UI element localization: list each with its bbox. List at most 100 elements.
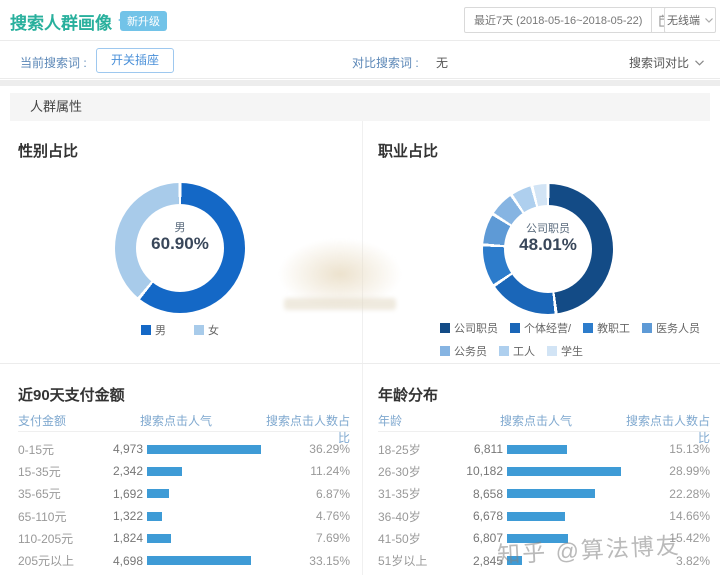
row-label: 35-65元 [18,487,61,502]
row-value: 2,342 [112,464,143,479]
legend-label: 教职工 [597,323,631,335]
row-bar-track [507,511,629,521]
row-value: 4,698 [112,553,143,568]
table-row: 205元以上 4,698 33.15% [18,549,350,571]
occupation-center-label: 公司职员 [526,223,570,235]
legend-item[interactable]: 男 [141,322,166,338]
row-bar [507,444,567,454]
legend-item[interactable]: 工人 [499,343,535,359]
row-pct: 22.28% [669,486,710,501]
row-pct: 15.13% [669,442,710,457]
compare-keyword-value: 无 [436,56,449,70]
legend-label: 工人 [513,346,535,358]
table-row: 35-65元 1,692 6.87% [18,483,350,505]
table-row: 110-205元 1,824 7.69% [18,527,350,549]
table-row: 36-40岁 6,678 14.66% [378,505,710,527]
legend-label: 女 [208,325,219,337]
row-bar [507,466,621,476]
payment-table-title: 近90天支付金额 [18,387,125,404]
section-header-crowd-attributes: 人群属性 [10,93,710,121]
legend-label: 男 [155,325,166,337]
row-label: 18-25岁 [378,442,421,457]
row-bar-track [147,489,269,499]
row-pct: 36.29% [309,442,350,457]
legend-label: 公司职员 [454,323,498,335]
col-header-pct: 搜索点击人数占比 [625,414,710,445]
row-label: 31-35岁 [378,487,421,502]
legend-item[interactable]: 女 [194,322,219,338]
occupation-chart-title: 职业占比 [378,143,439,160]
occupation-donut-chart: 公司职员 48.01% [483,184,613,314]
legend-label: 学生 [561,346,583,358]
gender-center-label: 男 [174,222,186,234]
page: 搜索人群画像 新升级 最近7天 (2018-05-16~2018-05-22) … [0,0,720,580]
payment-table: 支付金额 搜索点击人气 搜索点击人数占比 0-15元 4,973 36.29% 15-… [18,412,350,572]
row-bar [147,466,183,476]
device-dropdown[interactable]: 无线端 [664,7,716,33]
horizontal-divider [0,363,720,364]
row-bar [147,511,162,521]
legend-item[interactable]: 个体经营/ [510,320,571,336]
legend-item[interactable]: 学生 [547,343,583,359]
row-bar-track [147,556,269,566]
keyword-compare-label: 搜索词对比 [628,56,689,70]
row-label: 205元以上 [18,554,75,569]
keyword-compare-dropdown[interactable]: 搜索词对比 [629,54,704,71]
row-bar-track [147,466,269,476]
col-header-popularity: 搜索点击人气 [500,414,573,428]
legend-swatch [194,325,204,335]
row-label: 41-50岁 [378,531,421,546]
header: 搜索人群画像 新升级 最近7天 (2018-05-16~2018-05-22) … [0,0,720,40]
row-bar [147,533,172,543]
legend-item[interactable]: 教职工 [583,320,630,336]
gender-legend: 男女 [0,322,360,338]
row-bar-track [147,533,269,543]
chevron-down-icon [705,17,713,23]
row-value: 2,845 [472,553,503,568]
table-header-row: 支付金额 搜索点击人气 搜索点击人数占比 [18,412,350,445]
legend-swatch [583,323,594,333]
table-row: 65-110元 1,322 4.76% [18,505,350,527]
table-row: 31-35岁 8,658 22.28% [378,483,710,505]
table-row: 26-30岁 10,182 28.99% [378,460,710,482]
legend-label: 医务人员 [656,323,701,335]
current-keyword-button[interactable]: 开关插座 [96,48,175,73]
row-bar [147,444,261,454]
row-bar-track [507,444,629,454]
page-title: 搜索人群画像 [10,14,112,33]
new-upgrade-badge: 新升级 [118,11,167,31]
compare-keyword-label: 对比搜索词 : [352,56,419,70]
occupation-legend: 公司职员 个体经营/教职工 医务人员公务员 工人 学生 [440,320,702,359]
legend-item[interactable]: 公务员 [440,343,487,359]
table-row: 15-35元 2,342 11.24% [18,460,350,482]
date-range-text: 最近7天 (2018-05-16~2018-05-22) [474,15,643,27]
row-bar-track [507,489,629,499]
row-bar-track [147,444,269,454]
row-value: 1,692 [112,486,143,501]
table-header-row: 年龄 搜索点击人气 搜索点击人数占比 [378,412,710,445]
row-pct: 4.76% [315,509,350,524]
faint-center-watermark-text [284,298,396,310]
col-header-pct: 搜索点击人数占比 [265,414,350,445]
row-pct: 33.15% [309,553,350,568]
row-value: 1,322 [112,509,143,524]
row-label: 0-15元 [18,442,55,457]
row-pct: 28.99% [669,464,710,479]
row-pct: 7.69% [315,531,350,546]
legend-item[interactable]: 医务人员 [642,320,700,336]
chevron-down-icon [695,59,704,66]
col-header-payment: 支付金额 [18,414,67,428]
legend-label: 公务员 [454,346,487,358]
row-label: 26-30岁 [378,464,421,479]
search-toolbar: 当前搜索词 : 开关插座 对比搜索词 : 无 搜索词对比 [0,40,720,79]
divider-band [0,80,720,86]
legend-item[interactable]: 公司职员 [440,320,498,336]
legend-swatch [642,323,653,333]
row-bar [507,511,565,521]
legend-swatch [440,323,450,333]
row-bar [507,489,595,499]
row-value: 6,678 [472,509,503,524]
date-range-control[interactable]: 最近7天 (2018-05-16~2018-05-22) [464,7,681,33]
row-value: 4,973 [112,442,143,457]
gender-donut-chart: 男 60.90% [115,183,245,313]
